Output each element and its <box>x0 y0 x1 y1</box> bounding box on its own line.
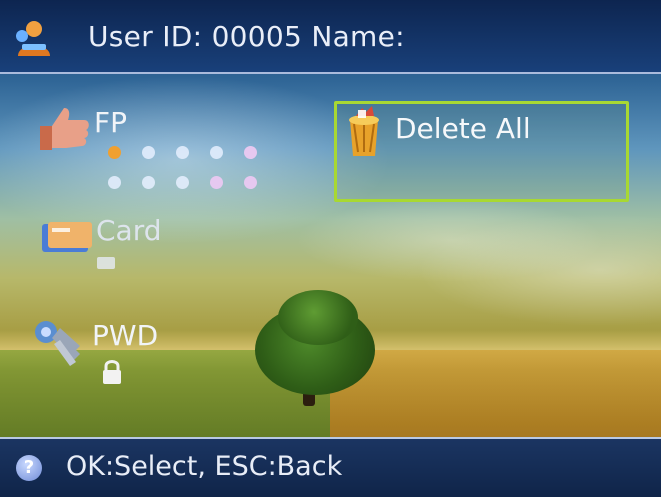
fingerprint-dot <box>210 176 223 189</box>
device-screen: User ID: 00005 Name: FP Card PWD Delete … <box>0 0 661 497</box>
card-icon[interactable] <box>40 220 94 254</box>
footer-bar: ? OK:Select, ESC:Back <box>0 437 661 497</box>
fingerprint-dot <box>176 176 189 189</box>
fingerprint-dot <box>176 146 189 159</box>
key-icon[interactable] <box>30 318 90 370</box>
thumb-up-icon[interactable] <box>36 104 92 152</box>
menu-item-card[interactable]: Card <box>96 214 162 247</box>
trash-bin-icon <box>349 106 379 156</box>
fingerprint-dot <box>244 176 257 189</box>
menu-item-fp[interactable]: FP <box>94 106 127 139</box>
fingerprint-dot <box>108 146 121 159</box>
card-status-icon <box>97 257 115 269</box>
menu-item-pwd[interactable]: PWD <box>92 319 158 352</box>
key-hint: OK:Select, ESC:Back <box>66 451 343 482</box>
fingerprint-dot <box>142 176 155 189</box>
user-id-title: User ID: 00005 Name: <box>88 20 405 53</box>
user-icon <box>16 21 50 56</box>
background-tree-top <box>278 290 358 345</box>
fingerprint-dot <box>108 176 121 189</box>
fingerprint-dot <box>142 146 155 159</box>
fingerprint-status-dots <box>108 146 268 192</box>
header-bar: User ID: 00005 Name: <box>0 0 661 74</box>
lock-icon <box>103 360 121 384</box>
fingerprint-dot <box>244 146 257 159</box>
delete-all-label[interactable]: Delete All <box>395 112 531 145</box>
help-icon: ? <box>16 455 42 481</box>
fingerprint-dot <box>210 146 223 159</box>
